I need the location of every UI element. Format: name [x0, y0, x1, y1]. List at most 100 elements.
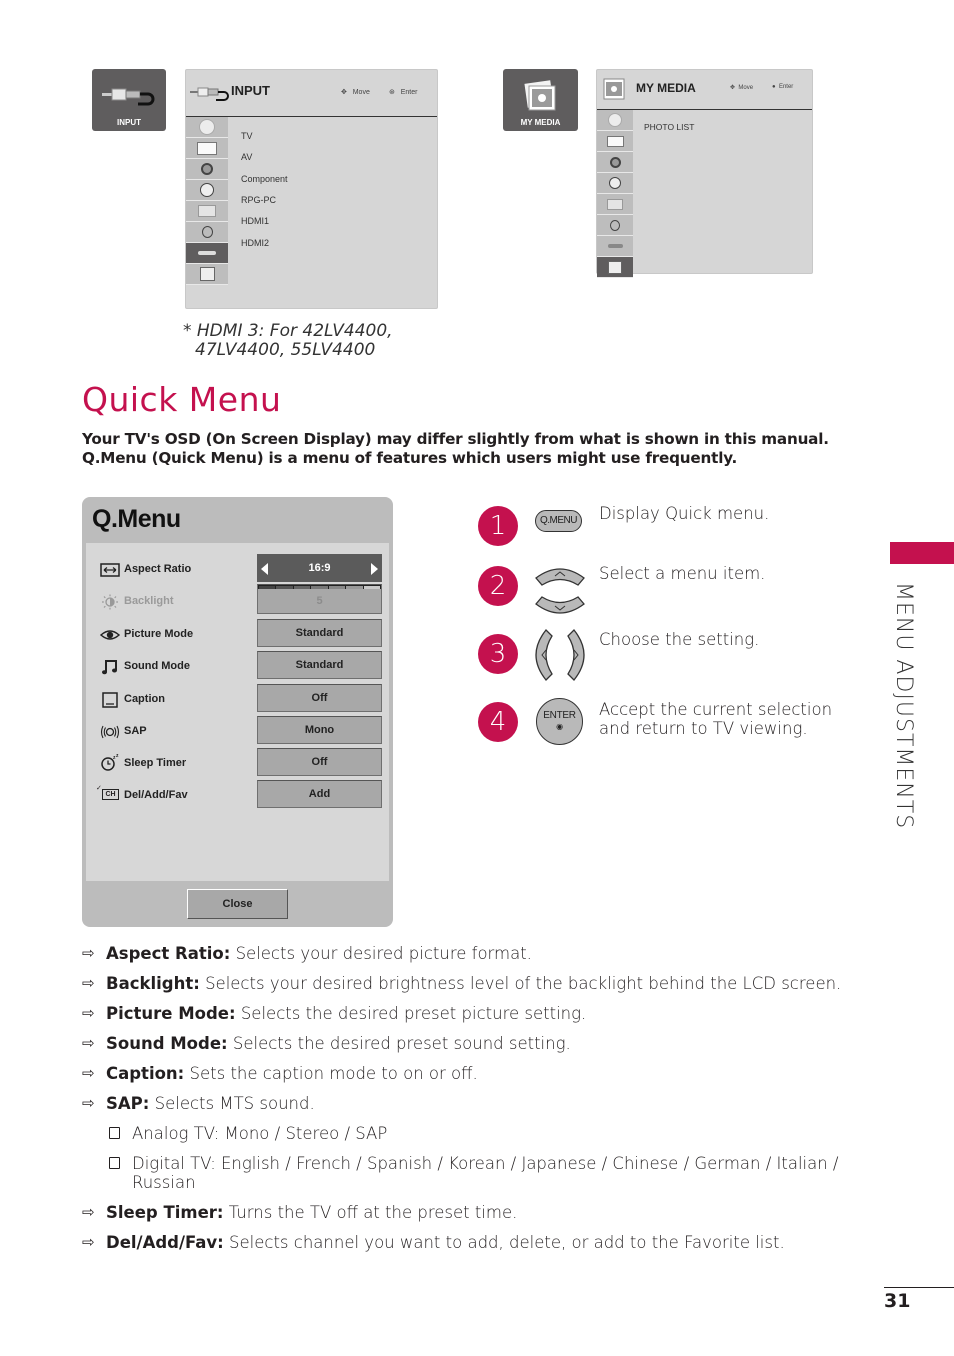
sleep-timer-value[interactable]: Off — [257, 748, 382, 776]
aspect-ratio-icon — [100, 563, 120, 577]
qmenu-label: Backlight — [124, 595, 174, 607]
sidebar-lock[interactable] — [597, 215, 633, 236]
arrow-right-icon: ⇨ — [82, 1094, 95, 1112]
checkmark-icon: ✓ — [96, 785, 102, 792]
arrow-right-icon: ⇨ — [82, 974, 95, 992]
my-media-icon — [524, 80, 556, 111]
description-text: Selects channel you want to add, delete,… — [223, 1233, 785, 1252]
checkbox-bullet-icon — [109, 1157, 120, 1169]
close-button[interactable]: Close — [187, 889, 288, 919]
step-description: Choose the setting. — [599, 630, 760, 649]
sidebar-my-media[interactable] — [186, 264, 228, 285]
sidebar-option[interactable] — [186, 201, 228, 222]
step-number: 3 — [478, 634, 518, 674]
my-media-tile[interactable]: MY MEDIA — [503, 69, 578, 131]
music-note-icon — [102, 660, 117, 675]
description-text: Selects the desired preset picture setti… — [235, 1004, 587, 1023]
sidebar-lock[interactable] — [186, 222, 228, 243]
qmenu-row-sleep-timer[interactable]: zz Sleep Timer Off — [86, 748, 389, 778]
my-media-icon — [199, 267, 215, 281]
sap-value[interactable]: Mono — [257, 716, 382, 744]
sidebar-tv[interactable] — [186, 138, 228, 159]
sidebar-time[interactable] — [186, 180, 228, 201]
input-osd-sidebar — [186, 117, 228, 285]
move-icon: ✥ — [341, 89, 347, 96]
left-right-keys-icon — [535, 629, 585, 681]
del-add-fav-value[interactable]: Add — [257, 780, 382, 808]
sidebar-option[interactable] — [597, 194, 633, 215]
move-hint-label: Move — [738, 85, 754, 91]
qmenu-row-sap[interactable]: SAP Mono — [86, 716, 389, 746]
backlight-slider[interactable]: 5 — [257, 584, 382, 614]
speaker-icon — [201, 163, 213, 175]
caption-icon — [102, 692, 118, 708]
input-osd-header: INPUT ✥ Move ⊛ Enter — [186, 70, 437, 117]
page-number: 31 — [884, 1290, 911, 1312]
sidebar-time[interactable] — [597, 173, 633, 194]
qmenu-list: Aspect Ratio 16:9 Backlight 5 Picture Mo… — [86, 543, 389, 881]
sidebar-input[interactable] — [597, 236, 633, 257]
description-text: Selects the desired preset sound setting… — [227, 1034, 571, 1053]
section-tab-text: MENU ADJUSTMENTS — [891, 582, 916, 830]
sound-mode-value[interactable]: Standard — [257, 651, 382, 679]
description-term: Aspect Ratio: — [106, 944, 231, 963]
qmenu-row-sound-mode[interactable]: Sound Mode Standard — [86, 651, 389, 681]
right-arrow-icon[interactable] — [371, 563, 378, 575]
my-media-osd-header: MY MEDIA ✥ Move ● Enter — [597, 70, 812, 110]
qmenu-label: Aspect Ratio — [124, 563, 192, 575]
backlight-value: 5 — [316, 595, 323, 607]
qmenu-row-backlight[interactable]: Backlight 5 — [86, 584, 389, 616]
input-cable-icon — [190, 87, 229, 101]
my-media-item-photo-list[interactable]: PHOTO LIST — [644, 122, 694, 132]
up-down-keys-icon — [535, 568, 585, 614]
description-aspect-ratio: ⇨ Aspect Ratio: Selects your desired pict… — [82, 944, 872, 963]
sidebar-satellite[interactable] — [597, 110, 633, 131]
left-arrow-icon[interactable] — [261, 563, 268, 575]
aspect-ratio-selector[interactable]: 16:9 — [257, 554, 382, 582]
qmenu-row-picture-mode[interactable]: Picture Mode Standard — [86, 619, 389, 649]
sidebar-input[interactable] — [186, 243, 228, 264]
input-item-rpg-pc[interactable]: RPG-PC — [241, 195, 276, 205]
svg-text:z: z — [116, 753, 119, 759]
caption-value[interactable]: Off — [257, 684, 382, 712]
checkbox-bullet-icon — [109, 1127, 120, 1139]
step-number: 4 — [478, 702, 518, 742]
my-media-osd-panel: MY MEDIA ✥ Move ● Enter PHOTO LIST — [596, 69, 813, 278]
description-backlight: ⇨ Backlight: Selects your desired brightn… — [82, 974, 872, 993]
sidebar-satellite[interactable] — [186, 117, 228, 138]
input-cable-icon — [102, 88, 155, 106]
input-item-component[interactable]: Component — [241, 174, 288, 184]
enter-key-label: ENTER — [543, 710, 576, 721]
input-tile[interactable]: INPUT — [92, 69, 166, 131]
sidebar-audio[interactable] — [597, 152, 633, 173]
description-text: Selects MTS sound. — [149, 1094, 315, 1113]
input-item-av[interactable]: AV — [241, 152, 252, 162]
picture-mode-value[interactable]: Standard — [257, 619, 382, 647]
input-item-hdmi2[interactable]: HDMI2 — [241, 238, 269, 248]
qmenu-row-del-add-fav[interactable]: ✓ CH Del/Add/Fav Add — [86, 780, 389, 810]
qmenu-label: SAP — [124, 725, 147, 737]
description-term: Caption: — [106, 1064, 185, 1083]
description-sound-mode: ⇨ Sound Mode: Selects the desired preset … — [82, 1034, 872, 1053]
lock-icon — [201, 226, 213, 238]
my-media-icon — [608, 260, 622, 274]
sidebar-my-media[interactable] — [597, 257, 633, 278]
qmenu-row-caption[interactable]: Caption Off — [86, 684, 389, 714]
description-caption: ⇨ Caption: Sets the caption mode to on or… — [82, 1064, 872, 1083]
page-title: Quick Menu — [82, 380, 282, 419]
description-term: Sleep Timer: — [106, 1203, 224, 1222]
input-item-hdmi1[interactable]: HDMI1 — [241, 216, 269, 226]
qmenu-row-aspect-ratio[interactable]: Aspect Ratio 16:9 — [86, 554, 389, 584]
satellite-dish-icon — [199, 119, 215, 135]
input-item-tv[interactable]: TV — [241, 131, 253, 141]
enter-key-icon: ENTER ◉ — [536, 698, 583, 745]
input-osd-panel: INPUT ✥ Move ⊛ Enter TV AV Component RPG… — [185, 69, 438, 309]
description-term: Picture Mode: — [106, 1004, 236, 1023]
page-number-rule — [884, 1287, 954, 1288]
sidebar-audio[interactable] — [186, 159, 228, 180]
arrow-right-icon: ⇨ — [82, 1233, 95, 1251]
sidebar-tv[interactable] — [597, 131, 633, 152]
my-media-osd-sidebar — [597, 110, 633, 278]
eye-icon — [100, 630, 120, 640]
my-media-tile-label: MY MEDIA — [520, 118, 561, 127]
